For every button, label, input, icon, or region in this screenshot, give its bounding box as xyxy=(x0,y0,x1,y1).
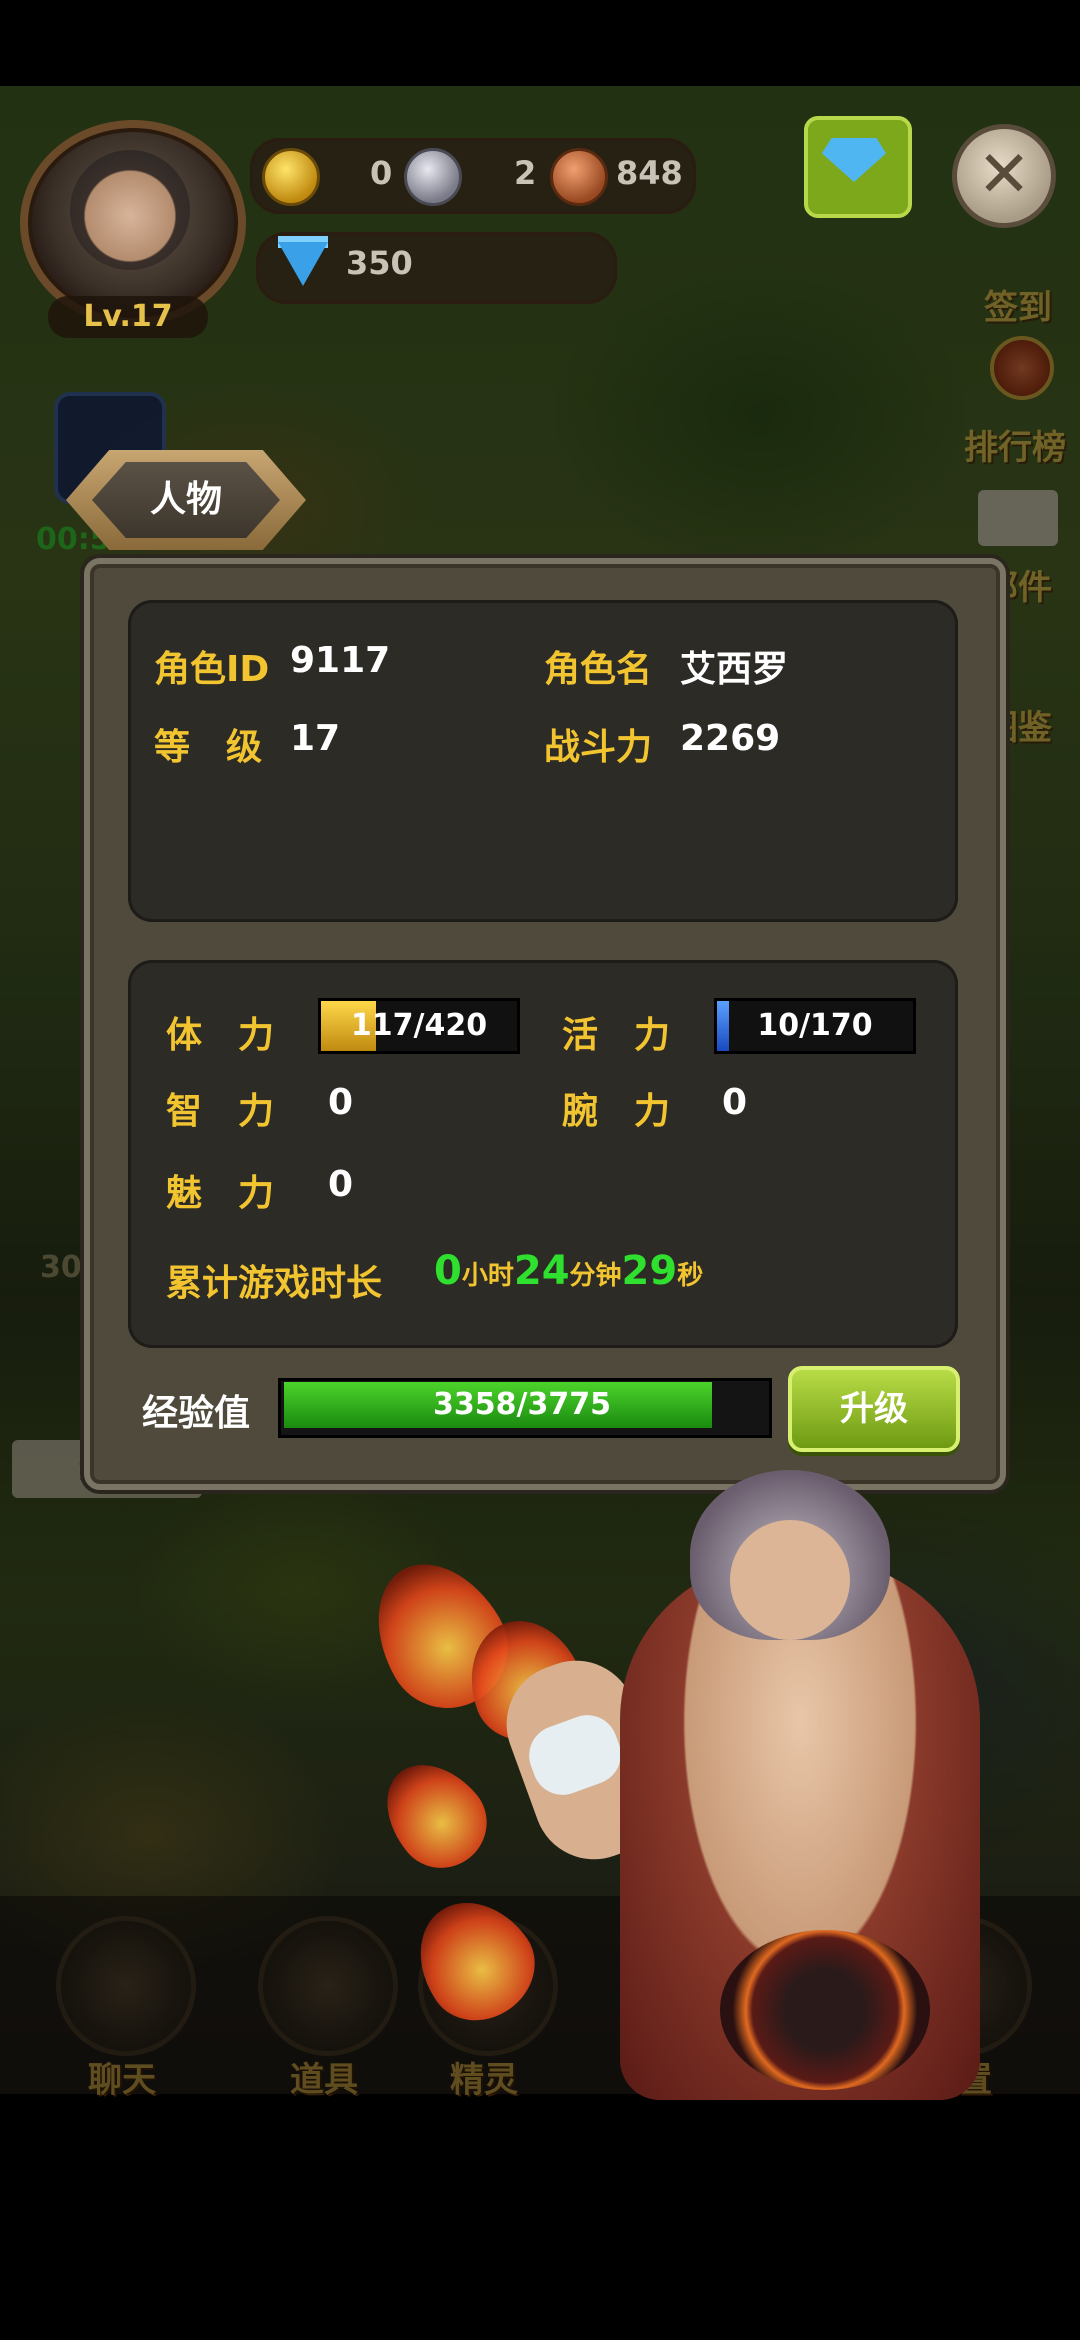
bronze-coin-icon xyxy=(550,148,608,206)
combat-power-label: 战斗力 xyxy=(544,727,653,768)
combat-power-value: 2269 xyxy=(680,718,781,759)
role-id-label: 角色ID xyxy=(154,649,270,690)
player-level: Lv.17 xyxy=(48,296,208,338)
role-name-label: 角色名 xyxy=(544,649,653,690)
level-value: 17 xyxy=(290,718,341,759)
level-label: 等 级 xyxy=(154,727,263,768)
playtime-minutes: 24 xyxy=(513,1248,570,1294)
vitality-label: 活 力 xyxy=(562,1015,671,1056)
role-id-value: 9117 xyxy=(290,640,391,681)
gold-count: 0 xyxy=(370,154,393,192)
playtime-minutes-unit: 分钟 xyxy=(569,1261,622,1291)
playtime-hours: 0 xyxy=(434,1248,462,1294)
stamina-label: 体 力 xyxy=(166,1015,275,1056)
silver-coin-icon xyxy=(404,148,462,206)
stamina-bar: 117/420 xyxy=(318,998,520,1054)
vitality-bar: 10/170 xyxy=(714,998,916,1054)
exp-value: 3358/3775 xyxy=(433,1387,611,1422)
close-button[interactable]: ✕ xyxy=(952,124,1056,228)
playtime-label: 累计游戏时长 xyxy=(166,1263,383,1304)
stamina-value: 117/420 xyxy=(350,1008,488,1043)
bronze-count: 848 xyxy=(616,154,683,192)
hero-fire-wheel xyxy=(720,1930,930,2090)
close-icon: ✕ xyxy=(977,138,1031,212)
diamond-icon-body xyxy=(278,242,328,286)
avatar-portrait xyxy=(70,150,190,270)
intellect-value: 0 xyxy=(328,1082,354,1123)
strength-value: 0 xyxy=(722,1082,748,1123)
playtime-seconds: 29 xyxy=(621,1248,678,1294)
charm-label: 魅 力 xyxy=(166,1173,275,1214)
silver-count: 2 xyxy=(514,154,537,192)
role-name-value: 艾西罗 xyxy=(680,649,789,690)
playtime-seconds-unit: 秒 xyxy=(677,1261,704,1291)
diamond-count: 350 xyxy=(346,244,413,282)
playtime-hours-unit: 小时 xyxy=(461,1261,514,1291)
upgrade-button[interactable]: 升级 xyxy=(788,1366,960,1452)
vitality-value: 10/170 xyxy=(757,1008,873,1043)
intellect-label: 智 力 xyxy=(166,1091,275,1132)
hero-face xyxy=(730,1520,850,1640)
exp-label: 经验值 xyxy=(142,1393,251,1434)
playtime-value: 0小时24分钟29秒 xyxy=(434,1248,703,1294)
panel-title: 人物 xyxy=(149,479,222,520)
charm-value: 0 xyxy=(328,1164,354,1205)
gold-coin-icon xyxy=(262,148,320,206)
strength-label: 腕 力 xyxy=(562,1091,671,1132)
